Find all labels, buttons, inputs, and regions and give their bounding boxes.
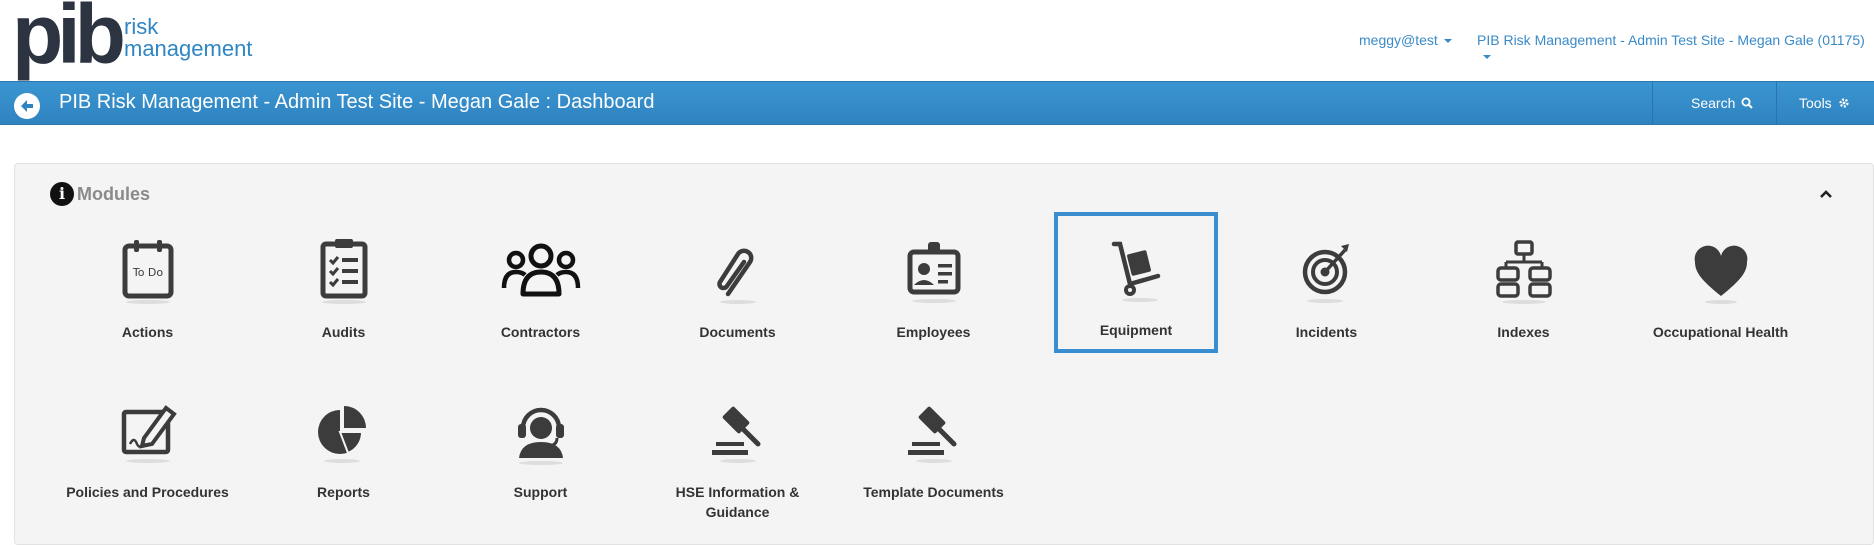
signed-document-icon bbox=[121, 405, 177, 463]
modules-title: Modules bbox=[77, 184, 151, 204]
module-label: HSE Information & Guidance bbox=[675, 484, 800, 520]
paperclip-icon bbox=[716, 248, 756, 304]
module-label: Policies and Procedures bbox=[66, 484, 229, 500]
pie-chart-icon bbox=[317, 406, 366, 463]
module-tile-documents[interactable]: Documents bbox=[655, 214, 820, 354]
tools-label: Tools bbox=[1799, 95, 1832, 111]
search-label: Search bbox=[1691, 95, 1736, 111]
module-label: Indexes bbox=[1497, 324, 1550, 340]
logo-wordmark: pib bbox=[12, 0, 126, 81]
page-title: PIB Risk Management - Admin Test Site - … bbox=[59, 91, 655, 113]
module-label: Contractors bbox=[500, 324, 581, 340]
module-tile-policies-and-procedures[interactable]: Policies and Procedures bbox=[65, 374, 230, 514]
module-tile-audits[interactable]: Audits bbox=[261, 214, 426, 354]
search-button[interactable]: Search bbox=[1691, 95, 1753, 111]
module-tile-indexes[interactable]: Indexes bbox=[1441, 214, 1606, 354]
module-label: Support bbox=[513, 484, 568, 500]
target-icon bbox=[1302, 244, 1349, 303]
checklist-clipboard-icon bbox=[320, 239, 367, 304]
arrow-left-icon bbox=[21, 100, 33, 112]
user-menu-label: meggy@test bbox=[1359, 32, 1438, 48]
todo-calendar-icon: To Do bbox=[122, 240, 173, 304]
chevron-down-icon bbox=[1443, 39, 1452, 44]
site-menu[interactable]: PIB Risk Management - Admin Test Site - … bbox=[1477, 32, 1874, 64]
chevron-down-icon bbox=[1483, 55, 1491, 60]
id-badge-icon bbox=[907, 242, 960, 303]
module-label: Employees bbox=[896, 324, 971, 340]
module-tile-occupational-health[interactable]: Occupational Health bbox=[1638, 214, 1803, 354]
modules-panel: i Modules To Do Actions Audits Contracto… bbox=[14, 163, 1874, 545]
people-group-icon bbox=[501, 243, 580, 297]
module-label: Occupational Health bbox=[1652, 324, 1789, 340]
top-header: pib risk management meggy@test PIB Risk … bbox=[0, 0, 1874, 81]
module-label: Reports bbox=[317, 484, 370, 500]
gavel-icon bbox=[711, 406, 760, 463]
module-label: Actions bbox=[121, 324, 174, 340]
search-icon bbox=[1741, 97, 1753, 109]
user-menu[interactable]: meggy@test bbox=[1359, 32, 1452, 48]
info-icon: i bbox=[50, 182, 74, 206]
collapse-button[interactable] bbox=[1819, 186, 1833, 204]
module-tile-support[interactable]: Support bbox=[458, 374, 623, 514]
module-label: Equipment bbox=[1099, 322, 1173, 338]
hand-truck-icon bbox=[1111, 241, 1161, 302]
module-tile-employees[interactable]: Employees bbox=[851, 214, 1016, 354]
module-label: Audits bbox=[321, 324, 366, 340]
navbar-divider bbox=[1776, 82, 1777, 124]
module-tile-hse-information-guidance[interactable]: HSE Information & Guidance bbox=[655, 374, 820, 520]
back-button[interactable] bbox=[14, 93, 40, 119]
chevron-up-icon bbox=[1820, 190, 1832, 198]
headset-icon bbox=[517, 407, 564, 465]
module-tile-reports[interactable]: Reports bbox=[261, 374, 426, 514]
module-label: Documents bbox=[699, 324, 776, 340]
logo-tagline: risk management bbox=[124, 16, 252, 60]
gavel-icon bbox=[907, 406, 956, 463]
logo-tagline-line1: risk bbox=[124, 14, 159, 39]
navbar-divider bbox=[1652, 82, 1653, 124]
module-tile-actions[interactable]: To Do Actions bbox=[65, 214, 230, 354]
module-tile-equipment[interactable]: Equipment bbox=[1054, 212, 1218, 353]
logo-tagline-line2: management bbox=[124, 36, 253, 61]
tools-button[interactable]: Tools bbox=[1799, 95, 1850, 111]
heart-icon bbox=[1694, 245, 1747, 304]
module-tile-incidents[interactable]: Incidents bbox=[1244, 214, 1409, 354]
module-label: Incidents bbox=[1295, 324, 1358, 340]
module-tile-template-documents[interactable]: Template Documents bbox=[851, 374, 1016, 514]
hierarchy-icon bbox=[1495, 240, 1552, 304]
module-label: Template Documents bbox=[863, 484, 1004, 500]
site-menu-label: PIB Risk Management - Admin Test Site - … bbox=[1477, 32, 1865, 48]
module-tile-contractors[interactable]: Contractors bbox=[458, 214, 623, 354]
main-navbar: PIB Risk Management - Admin Test Site - … bbox=[0, 81, 1874, 125]
gear-icon bbox=[1838, 98, 1849, 108]
svg-text:To Do: To Do bbox=[131, 266, 163, 279]
